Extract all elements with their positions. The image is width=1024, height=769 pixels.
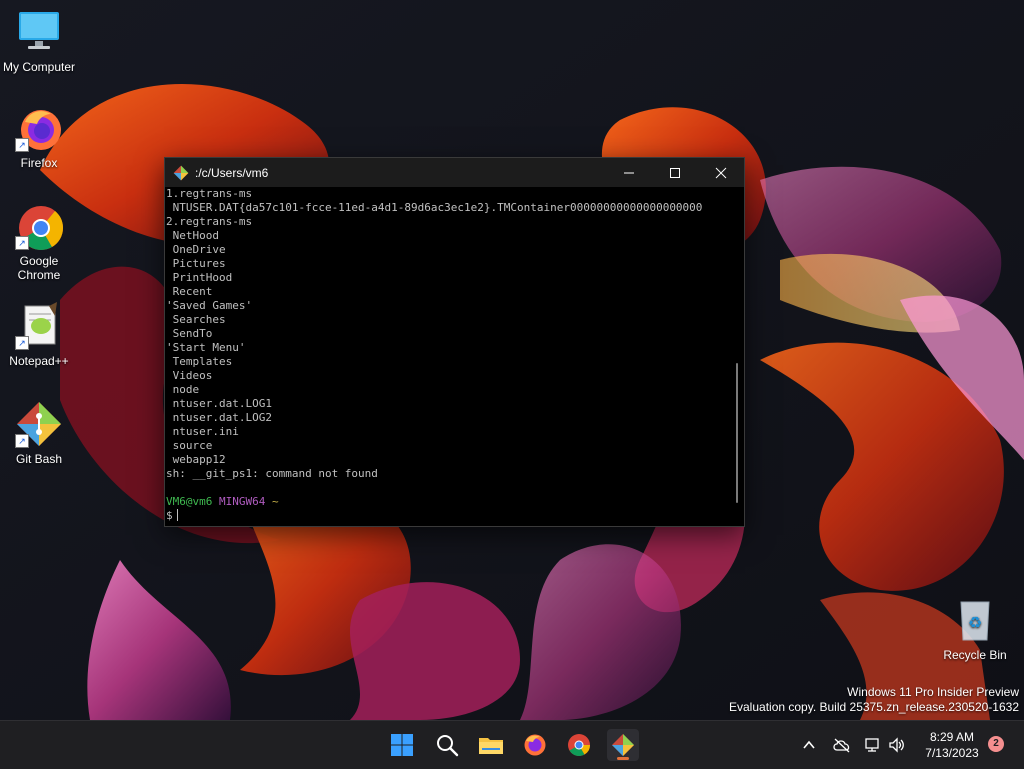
minimize-button[interactable]: [606, 158, 652, 187]
firefox-desktop-icon[interactable]: ↗ Firefox: [0, 104, 78, 170]
windows-logo-icon: [391, 734, 413, 756]
volume-icon[interactable]: [888, 736, 906, 754]
terminal-line: Pictures: [166, 257, 226, 270]
terminal-prompt-line: VM6@vm6 MINGW64 ~: [166, 495, 728, 509]
git-bash-icon: [173, 165, 189, 180]
terminal-line: Templates: [166, 355, 233, 368]
terminal-line: Recent: [166, 285, 213, 298]
shortcut-arrow-icon: ↗: [15, 138, 29, 152]
firefox-label: Firefox: [20, 156, 58, 170]
terminal-titlebar[interactable]: :/c/Users/vm6: [165, 158, 744, 187]
network-icon[interactable]: [864, 736, 882, 754]
terminal-title: :/c/Users/vm6: [195, 165, 269, 180]
watermark-edition: Windows 11 Pro Insider Preview: [847, 685, 1019, 699]
terminal-line: ntuser.dat.LOG1: [166, 397, 272, 410]
svg-text:♻: ♻: [968, 613, 982, 632]
search-button[interactable]: [431, 729, 463, 761]
notepad-plus-plus-desktop-icon[interactable]: ↗ Notepad++: [0, 302, 78, 368]
terminal-line: 2.regtrans-ms: [166, 215, 253, 228]
monitor-icon: [15, 8, 63, 56]
terminal-input-line[interactable]: $: [166, 509, 728, 523]
terminal-line: Searches: [166, 313, 226, 326]
terminal-line: sh: __git_ps1: command not found: [166, 467, 378, 480]
terminal-line: ntuser.dat.LOG2: [166, 411, 272, 424]
watermark-build: Evaluation copy. Build 25375.zn_release.…: [729, 700, 1019, 714]
taskbar: 8:29 AM 7/13/2023: [0, 720, 1024, 769]
recycle-bin-icon: ♻: [951, 596, 999, 644]
terminal-output[interactable]: 1.regtrans-ms NTUSER.DAT{da57c101-fcce-1…: [165, 187, 728, 526]
clock-time: 8:29 AM: [929, 730, 975, 744]
git-bash-icon: [612, 734, 634, 756]
recycle-bin-label: Recycle Bin: [943, 648, 1007, 662]
notepad-plus-plus-label: Notepad++: [9, 354, 69, 368]
my-computer-icon[interactable]: My Computer: [0, 8, 78, 74]
chrome-taskbar-button[interactable]: [563, 729, 595, 761]
system-tray: [800, 721, 906, 769]
prompt-symbol: $: [166, 509, 173, 522]
terminal-line: Videos: [166, 369, 213, 382]
git-bash-icon: ↗: [15, 400, 63, 448]
folder-icon: [479, 738, 503, 754]
shortcut-arrow-icon: ↗: [15, 434, 29, 448]
git-bash-taskbar-button[interactable]: [607, 729, 639, 761]
shortcut-arrow-icon: ↗: [15, 336, 29, 350]
clock-date: 7/13/2023: [925, 746, 979, 760]
terminal-line: 'Start Menu': [166, 341, 246, 354]
prompt-system: MINGW64: [218, 495, 266, 508]
my-computer-label: My Computer: [2, 60, 76, 74]
google-chrome-label-line1: Google: [19, 254, 59, 268]
close-icon: [715, 167, 727, 178]
firefox-taskbar-button[interactable]: [519, 729, 551, 761]
cloud-offline-icon[interactable]: [832, 736, 852, 754]
git-bash-desktop-icon[interactable]: ↗ Git Bash: [0, 400, 78, 466]
search-icon: [437, 735, 459, 757]
start-button[interactable]: [386, 729, 418, 761]
git-bash-label: Git Bash: [15, 452, 63, 466]
terminal-line: PrintHood: [166, 271, 233, 284]
terminal-line: source: [166, 439, 213, 452]
git-bash-terminal-window[interactable]: :/c/Users/vm6 1.regtrans-ms NTUSER.DAT{d…: [164, 157, 745, 527]
chrome-icon: [568, 734, 590, 756]
firefox-icon: [524, 734, 546, 756]
prompt-user: VM6@vm6: [166, 495, 213, 508]
terminal-line: NetHood: [166, 229, 219, 242]
recycle-bin-desktop-icon[interactable]: ♻ Recycle Bin: [936, 596, 1014, 662]
windows-evaluation-watermark: Windows 11 Pro Insider Preview Evaluatio…: [729, 685, 1019, 715]
maximize-button[interactable]: [652, 158, 698, 187]
terminal-line: webapp12: [166, 453, 226, 466]
shortcut-arrow-icon: ↗: [15, 236, 29, 250]
text-cursor: [176, 509, 178, 521]
terminal-line: 1.regtrans-ms: [166, 187, 253, 200]
chevron-up-icon[interactable]: [800, 736, 818, 754]
minimize-icon: [624, 172, 634, 173]
chrome-icon: ↗: [15, 202, 64, 250]
google-chrome-desktop-icon[interactable]: ↗ Google Chrome: [0, 202, 78, 282]
close-button[interactable]: [698, 158, 744, 187]
file-explorer-button[interactable]: [475, 729, 507, 761]
terminal-line: OneDrive: [166, 243, 226, 256]
terminal-line: SendTo: [166, 327, 213, 340]
terminal-line: ntuser.ini: [166, 425, 239, 438]
notification-badge[interactable]: 2: [988, 736, 1004, 752]
active-app-indicator: [617, 757, 629, 760]
notepad-plus-plus-icon: ↗: [15, 302, 63, 350]
terminal-line: NTUSER.DAT{da57c101-fcce-11ed-a4d1-89d6a…: [166, 201, 703, 214]
maximize-icon: [670, 167, 680, 178]
taskbar-clock[interactable]: 8:29 AM 7/13/2023: [917, 729, 987, 761]
prompt-path: ~: [271, 495, 279, 508]
firefox-icon: ↗: [15, 104, 63, 152]
google-chrome-label-line2: Chrome: [17, 268, 61, 282]
terminal-scrollbar[interactable]: [736, 363, 738, 503]
terminal-line: node: [166, 383, 200, 396]
terminal-line: 'Saved Games': [166, 299, 253, 312]
